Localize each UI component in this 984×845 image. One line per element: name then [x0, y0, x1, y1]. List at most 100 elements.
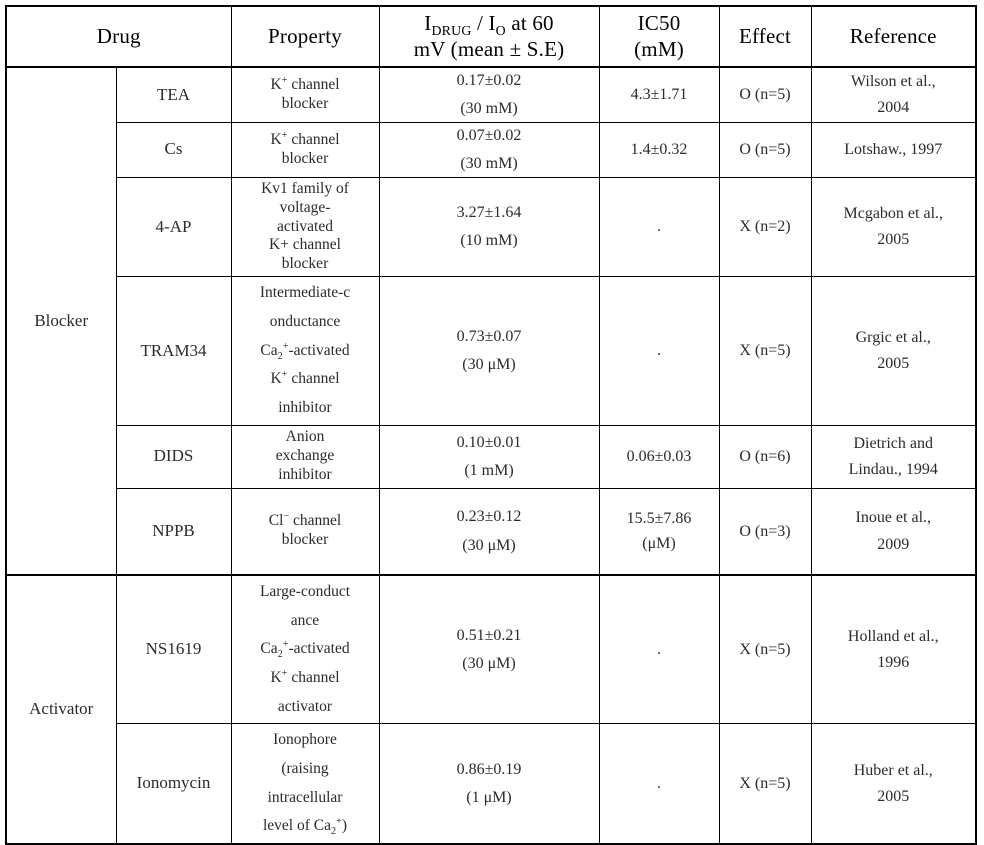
drug-name-cell: NS1619 [115, 574, 232, 725]
table-row: Cs K+ channel blocker 0.07±0.02 (30 mM) 1.4±0… [6, 121, 977, 178]
reference-line1: Holland et al., [847, 627, 939, 645]
ic50-header-line1: IC50 [637, 11, 681, 35]
effect-cell: X (n=5) [718, 276, 812, 426]
drug-name-cell: DIDS [115, 424, 232, 489]
reference-line2: 1996 [877, 654, 910, 672]
current-ratio-cell: 0.10±0.01 (1 mM) [378, 424, 600, 489]
current-ratio-value: 0.86±0.19 [456, 760, 522, 778]
current-ratio-value: 0.23±0.12 [456, 508, 522, 526]
reference-line2: 2005 [877, 231, 910, 249]
table-row: Blocker TEA K+ channel blocker 0.17±0.02 (30 … [5, 66, 977, 576]
drug-name-cell: Cs [115, 121, 232, 178]
table-row: Ionomycin Ionophore (raising intracellular l… [6, 723, 977, 845]
current-ratio-concentration: (10 mM) [460, 232, 518, 250]
column-header-current-ratio: IDRUG / IO at 60 mV (mean ± S.E) [378, 5, 600, 69]
reference-line2: 2005 [877, 788, 910, 806]
column-header-effect: Effect [718, 5, 812, 69]
reference-line2: 2005 [877, 355, 910, 373]
current-ratio-cell: 0.73±0.07 (30 μM) [378, 276, 600, 426]
current-ratio-concentration: (30 μM) [462, 536, 516, 554]
reference-line1: Mcgabon et al., [843, 204, 944, 222]
reference-cell: Holland et al., 1996 [810, 574, 977, 725]
drug-name-cell: NPPB [115, 487, 232, 576]
current-ratio-concentration: (1 mM) [464, 462, 514, 480]
drug-category-cell: Blocker [5, 66, 117, 576]
table-sheet: Drug Property IDRUG / IO at 60 mV (mean … [5, 5, 977, 845]
reference-line1: Dietrich and [853, 434, 934, 452]
effect-cell: X (n=5) [718, 574, 812, 725]
current-ratio-concentration: (1 μM) [466, 789, 512, 807]
ic50-value: . [657, 342, 661, 360]
drug-category-cell: Activator [5, 574, 117, 845]
drug-property-cell: Ionophore (raising intracellular level of C… [230, 723, 380, 845]
ic50-unit: (μM) [642, 535, 676, 553]
reference-cell: Grgic et al., 2005 [810, 276, 977, 426]
reference-line1: Wilson et al., [850, 72, 936, 90]
current-ratio-cell: 0.51±0.21 (30 μM) [378, 574, 600, 725]
reference-line2: 2004 [877, 99, 910, 117]
current-ratio-cell: 0.17±0.02 (30 mM) [378, 66, 600, 123]
drug-property-cell: K+ channel blocker [230, 66, 380, 123]
current-ratio-value: 0.10±0.01 [456, 433, 522, 451]
current-ratio-cell: 0.86±0.19 (1 μM) [378, 723, 600, 845]
effect-cell: X (n=5) [718, 723, 812, 845]
table-header-row: Drug Property IDRUG / IO at 60 mV (mean … [5, 5, 977, 69]
reference-line1: Inoue et al., [855, 509, 932, 527]
ic50-value: . [657, 641, 661, 659]
reference-cell: Mcgabon et al., 2005 [810, 176, 977, 278]
ic50-value: 0.06±0.03 [626, 447, 692, 465]
reference-line2: 2009 [877, 535, 910, 553]
ic50-cell: 15.5±7.86 (μM) [598, 487, 720, 576]
ic50-cell: . [598, 276, 720, 426]
reference-cell: Inoue et al., 2009 [810, 487, 977, 576]
drug-name-cell: TRAM34 [115, 276, 232, 426]
current-ratio-value: 0.73±0.07 [456, 327, 522, 345]
effect-cell: O (n=5) [718, 66, 812, 123]
reference-cell: Dietrich and Lindau., 1994 [810, 424, 977, 489]
ic50-value: 15.5±7.86 [626, 509, 692, 527]
reference-line2: Lindau., 1994 [848, 461, 938, 479]
effect-cell: O (n=6) [718, 424, 812, 489]
ic50-value: 4.3±1.71 [630, 86, 688, 104]
reference-line1: Grgic et al., [855, 328, 931, 346]
effect-cell: X (n=2) [718, 176, 812, 278]
current-ratio-concentration: (30 mM) [460, 100, 518, 118]
drug-property-cell: Kv1 family of voltage-activated K+ channel… [230, 176, 380, 278]
table-row: NPPB Cl− channel blocker 0.23±0.12 (30 μM) 15… [6, 487, 977, 576]
table-row: TRAM34 Intermediate-c onductance Ca2+-activ… [6, 276, 977, 426]
current-ratio-cell: 0.07±0.02 (30 mM) [378, 121, 600, 178]
column-header-property: Property [230, 5, 380, 69]
ic50-cell: . [598, 723, 720, 845]
current-ratio-value: 0.07±0.02 [456, 126, 522, 144]
reference-cell: Wilson et al., 2004 [810, 66, 977, 123]
drug-name-cell: Ionomycin [115, 723, 232, 845]
table-body: Blocker TEA K+ channel blocker 0.17±0.02 (30 … [5, 66, 977, 845]
drug-name-cell: 4-AP [115, 176, 232, 278]
current-ratio-line1: IDRUG / IO at 60 [424, 11, 554, 39]
column-header-ic50: IC50 (mM) [598, 5, 720, 69]
current-ratio-cell: 0.23±0.12 (30 μM) [378, 487, 600, 576]
table-row: 4-AP Kv1 family of voltage-activated K+ cha… [6, 176, 977, 278]
current-ratio-concentration: (30 μM) [462, 655, 516, 673]
ic50-cell: 0.06±0.03 [598, 424, 720, 489]
effect-cell: O (n=5) [718, 121, 812, 178]
drug-property-cell: Large-conduct ance Ca2+-activated K+ channe… [230, 574, 380, 725]
reference-cell: Huber et al., 2005 [810, 723, 977, 845]
ic50-value: 1.4±0.32 [630, 140, 688, 158]
ic50-cell: 4.3±1.71 [598, 66, 720, 123]
column-header-drug: Drug [5, 5, 232, 69]
ic50-value: . [657, 775, 661, 793]
ic50-header-line2: (mM) [634, 36, 684, 61]
current-ratio-value: 3.27±1.64 [456, 203, 522, 221]
table-row: Activator NS1619 Large-conduct ance Ca2+-act… [5, 574, 977, 845]
current-ratio-value: 0.17±0.02 [456, 71, 522, 89]
current-ratio-concentration: (30 mM) [460, 155, 518, 173]
reference-line1: Huber et al., [853, 761, 933, 779]
effect-cell: O (n=3) [718, 487, 812, 576]
current-ratio-concentration: (30 μM) [462, 356, 516, 374]
drug-property-cell: Anion exchange inhibitor [230, 424, 380, 489]
reference-line1: Lotshaw., 1997 [844, 140, 943, 158]
ic50-cell: 1.4±0.32 [598, 121, 720, 178]
current-ratio-line2: mV (mean ± S.E) [413, 36, 565, 61]
drug-property-cell: K+ channel blocker [230, 121, 380, 178]
